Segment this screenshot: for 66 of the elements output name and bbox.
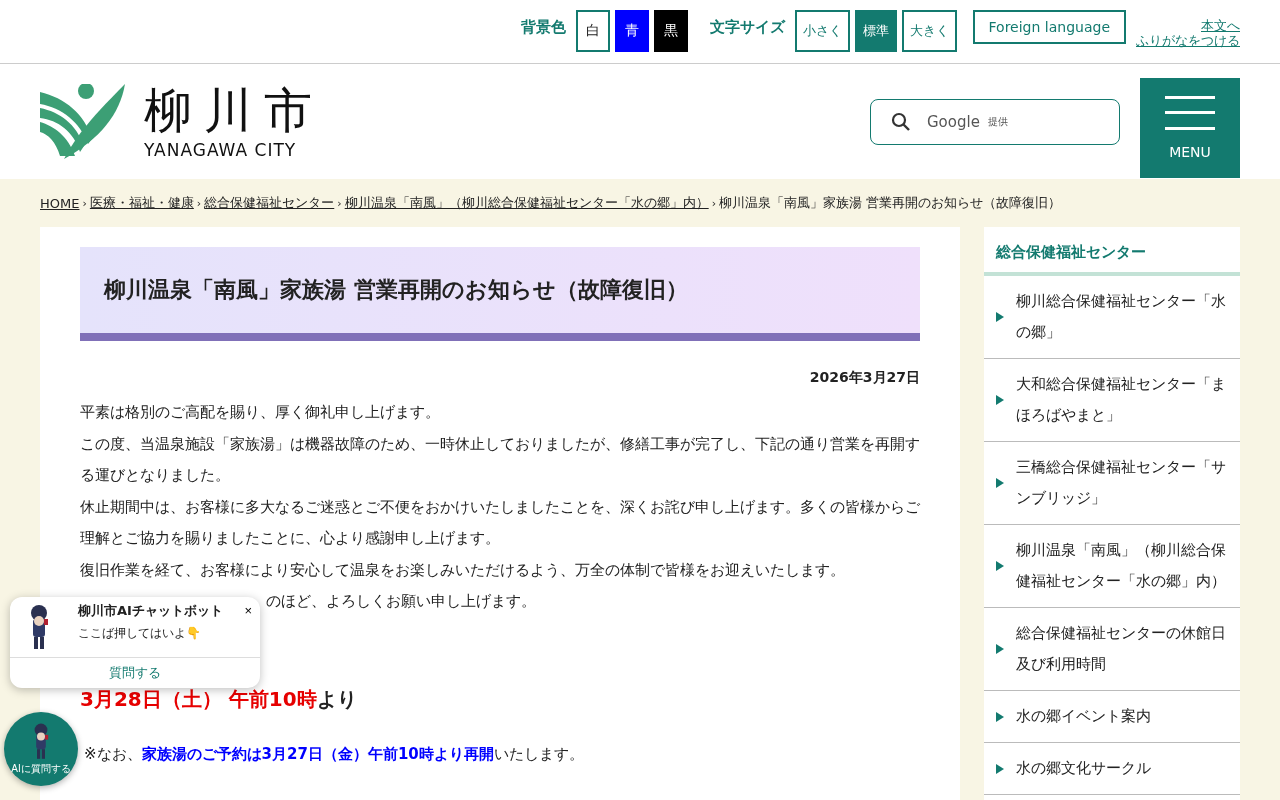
text-size-button[interactable]: 標準 (854, 10, 897, 52)
breadcrumb-link[interactable]: HOME (40, 195, 80, 211)
sidebar-link-text: 水の郷イベント案内 (1016, 706, 1151, 727)
reopening-time: 3月28日（土） 午前10時より (80, 685, 358, 713)
breadcrumb-separator: › (196, 196, 202, 210)
chatbot-launcher[interactable]: AIに質問する (4, 712, 78, 786)
sidebar-link[interactable]: 水の郷イベント案内 (984, 691, 1240, 743)
sidebar-link-text: 大和総合保健福祉センター「まほろばやまと」 (1016, 374, 1227, 426)
sidebar-link-text: 三橋総合保健福祉センター「サンブリッジ」 (1016, 457, 1227, 509)
breadcrumb-separator: › (711, 196, 717, 210)
page-title: 柳川温泉「南風」家族湯 営業再開のお知らせ（故障復旧） (80, 247, 920, 341)
ask-question-button[interactable]: 質問する (10, 658, 260, 688)
search-placeholder-note: 提供 (987, 114, 1008, 129)
publish-date: 2026年3月27日 (808, 369, 920, 387)
sidebar-link-text: 柳川温泉「南風」（柳川総合保健福祉センター「水の郷」内） (1016, 540, 1227, 592)
reservation-note: ※なお、家族湯のご予約は3月27日（金）午前10時より再開いたします。 (83, 744, 585, 764)
text-size-button[interactable]: 大きく (901, 10, 957, 52)
sidebar-link-text: 水の郷文化サークル (1016, 758, 1151, 779)
foreign-language-button[interactable]: Foreign language (972, 10, 1126, 44)
close-button[interactable]: × (244, 603, 252, 618)
background-color-button[interactable]: 青 (614, 10, 649, 52)
breadcrumb-link[interactable]: 医療・福祉・健康 (89, 194, 194, 212)
search-icon (891, 111, 911, 132)
breadcrumb-current: 柳川温泉「南風」家族湯 営業再開のお知らせ（故障復旧） (719, 194, 1062, 212)
sidebar-link[interactable]: 水の郷文化サークル (984, 743, 1240, 795)
search-placeholder: Google (927, 112, 980, 131)
launcher-label: AIに質問する (11, 762, 71, 776)
triangle-icon (996, 478, 1004, 488)
menu-button[interactable]: MENU (1140, 78, 1240, 178)
city-name-english: YANAGAWA CITY (144, 139, 298, 160)
sidebar-link[interactable]: 総合保健福祉センターの休館日及び利用時間 (984, 608, 1240, 691)
triangle-icon (996, 711, 1004, 722)
sidebar-link[interactable]: 柳川総合保健福祉センター「水の郷」 (984, 276, 1240, 359)
breadcrumb-link[interactable]: 柳川温泉「南風」（柳川総合保健福祉センター「水の郷」内） (344, 194, 709, 212)
background-color-button[interactable]: 黒 (653, 10, 688, 52)
furigana-link[interactable]: ふりがなをつける (1136, 33, 1240, 48)
triangle-icon (996, 561, 1004, 571)
body-paragraph: 休止期間中は、お客様に多大なるご迷惑とご不便をおかけいたしましたことを、深くお詫び申し上げます。多くの皆様からご理解とご協力を賜りましたことに、心より感謝申し上げます。 (80, 496, 920, 549)
skip-to-content-link[interactable]: 本文へ (1201, 18, 1240, 33)
sidebar-link[interactable]: 三橋総合保健福祉センター「サンブリッジ」 (984, 442, 1240, 525)
city-name: 柳川市 (144, 83, 324, 136)
triangle-icon (996, 312, 1004, 322)
sidebar-link-text: 総合保健福祉センターの休館日及び利用時間 (1016, 623, 1227, 675)
breadcrumb-link[interactable]: 総合保健福祉センター (204, 194, 335, 212)
menu-icon (1165, 96, 1215, 130)
body-paragraph: 復旧作業を経て、お客様により安心して温泉をお楽しみいただけるよう、万全の体制で皆様をお迎えいたします。 (80, 559, 846, 581)
sidebar-link-text: 柳川総合保健福祉センター「水の郷」 (1016, 291, 1227, 343)
triangle-icon (996, 395, 1004, 405)
chatbot-message: ここば押してはいよ👇 (78, 625, 202, 642)
chatbot-title: 柳川市AIチャットボット (78, 603, 224, 619)
breadcrumb-separator: › (337, 196, 342, 210)
menu-label: MENU (1169, 144, 1211, 160)
sidebar-link[interactable]: 柳川温泉「南風」（柳川総合保健福祉センター「水の郷」内） (984, 525, 1240, 608)
triangle-icon (996, 644, 1004, 654)
breadcrumb-separator: › (82, 196, 87, 210)
body-paragraph: のほど、よろしくお願い申し上げます。 (266, 591, 536, 612)
search-field[interactable]: Google 提供 (870, 98, 1120, 145)
text-size-button[interactable]: 小さく (794, 10, 850, 52)
body-paragraph: 平素は格別のご高配を賜り、厚く御礼申し上げます。 (80, 402, 441, 423)
background-label: 背景色 (520, 17, 566, 37)
sidebar-link[interactable]: 大和総合保健福祉センター「まほろばやまと」 (984, 359, 1240, 442)
body-paragraph: この度、当温泉施設「家族湯」は機器故障のため、一時休止しておりましたが、修繕工事が完了し、下記の通り営業を再開する運びとなりました。 (80, 433, 920, 486)
text-size-label: 文字サイズ (709, 17, 785, 37)
triangle-icon (996, 763, 1004, 774)
sidebar-heading: 総合保健福祉センター (984, 227, 1240, 276)
background-color-button[interactable]: 白 (575, 10, 610, 52)
